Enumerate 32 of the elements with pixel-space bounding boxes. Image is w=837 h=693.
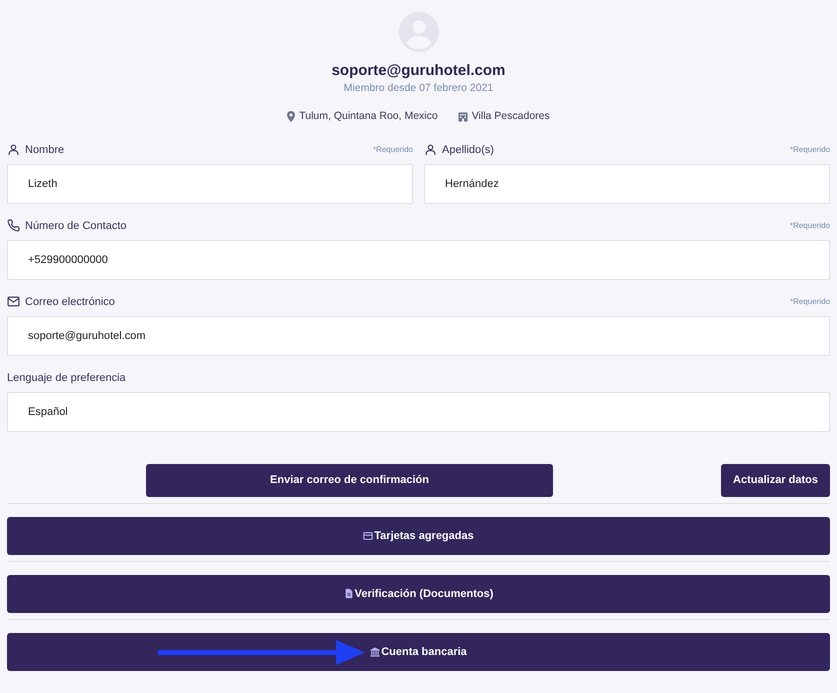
- field-label: Nombre: [25, 142, 64, 158]
- text-field[interactable]: +529900000000: [7, 240, 830, 280]
- required-note: *Requerido: [790, 220, 830, 232]
- field-label: Correo electrónico: [25, 294, 115, 310]
- text-field[interactable]: Lizeth: [7, 164, 413, 204]
- section-button[interactable]: Cuenta bancaria: [7, 632, 830, 671]
- profile-email: soporte@guruhotel.com: [332, 61, 506, 81]
- send-confirmation-button[interactable]: Enviar correo de confirmación: [146, 464, 553, 497]
- field-label: Número de Contacto: [25, 218, 126, 234]
- person-icon: [424, 143, 437, 156]
- location-pin-icon: [287, 111, 296, 122]
- mail-icon: [7, 295, 20, 308]
- section-button[interactable]: Verificación (Documentos): [7, 574, 830, 613]
- required-note: *Requerido: [790, 144, 830, 156]
- field-label: Lenguaje de preferencia: [7, 370, 126, 386]
- required-note: *Requerido: [790, 296, 830, 308]
- bank-icon: [370, 646, 380, 657]
- text-field[interactable]: Español: [7, 392, 830, 432]
- member-since: Miembro desde 07 febrero 2021: [344, 81, 494, 95]
- text-field[interactable]: soporte@guruhotel.com: [7, 316, 830, 356]
- card-icon: [363, 530, 374, 541]
- text-field[interactable]: Hernández: [424, 164, 830, 204]
- field-label: Apellido(s): [442, 142, 494, 158]
- person-icon: [7, 143, 20, 156]
- phone-icon: [7, 219, 20, 232]
- document-icon: [344, 588, 354, 600]
- building-icon: [458, 112, 468, 122]
- location-text: Tulum, Quintana Roo, Mexico: [299, 109, 438, 124]
- section-button[interactable]: Tarjetas agregadas: [7, 516, 830, 555]
- update-button[interactable]: Actualizar datos: [721, 464, 830, 497]
- property-text: Villa Pescadores: [472, 109, 550, 124]
- required-note: *Requerido: [372, 144, 413, 156]
